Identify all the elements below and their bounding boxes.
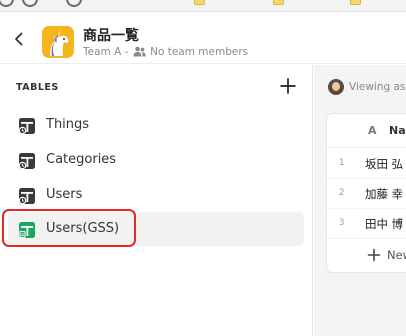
cell-value[interactable]: 田中 博 xyxy=(365,216,403,232)
team-name: Team A xyxy=(83,46,122,58)
column-name: Na xyxy=(389,124,406,137)
avatar[interactable] xyxy=(328,79,344,95)
cell-value[interactable]: 加藤 幸 xyxy=(365,186,403,202)
people-icon xyxy=(133,46,146,57)
table-row[interactable]: 3 田中 博 xyxy=(327,209,406,239)
back-arrow-icon[interactable] xyxy=(10,30,28,48)
folder-icon[interactable] xyxy=(350,0,361,5)
table-row[interactable]: 1 坂田 弘 xyxy=(327,149,406,179)
app-icon[interactable] xyxy=(42,26,74,58)
table-item-label: Things xyxy=(46,117,90,132)
app-title: 商品一覧 xyxy=(83,28,139,44)
clock-icon[interactable] xyxy=(22,0,38,7)
table-item-label: Users xyxy=(46,187,83,202)
clock-icon[interactable] xyxy=(66,0,82,7)
viewing-as-label: Viewing as xyxy=(349,81,406,93)
new-row-button[interactable]: New xyxy=(327,241,406,271)
new-row-label: New xyxy=(387,248,406,262)
row-number: 2 xyxy=(339,188,345,198)
table-icon xyxy=(18,153,35,170)
clock-icon[interactable] xyxy=(0,0,14,7)
column-header[interactable]: A Na xyxy=(327,114,406,148)
table-item-label: Categories xyxy=(46,152,117,167)
app-header: 商品一覧 Team A - No team members xyxy=(0,12,406,64)
browser-top-strip xyxy=(0,0,406,12)
table-row[interactable]: 2 加藤 幸 xyxy=(327,179,406,209)
selection-highlight xyxy=(2,209,136,247)
data-grid: A Na 1 坂田 弘 2 加藤 幸 3 田中 博 New xyxy=(326,113,406,273)
table-item-users[interactable]: Users xyxy=(8,178,304,212)
app-window: 商品一覧 Team A - No team members TABLES Thi… xyxy=(0,0,406,336)
table-item-things[interactable]: Things xyxy=(8,108,304,142)
unicorn-icon xyxy=(50,29,69,56)
table-icon xyxy=(18,118,35,135)
row-number: 3 xyxy=(339,218,345,228)
tables-heading: TABLES xyxy=(16,82,59,93)
team-info: Team A - No team members xyxy=(83,46,248,58)
cell-value[interactable]: 坂田 弘 xyxy=(365,156,403,172)
data-panel: Viewing as A Na 1 坂田 弘 2 加藤 幸 3 田中 博 Ne xyxy=(314,65,406,336)
table-item-categories[interactable]: Categories xyxy=(8,143,304,177)
tables-sidebar: TABLES Things Categories Users Users(GSS… xyxy=(0,65,313,336)
plus-icon xyxy=(367,248,381,262)
team-separator: - xyxy=(124,46,129,58)
folder-icon[interactable] xyxy=(273,0,284,5)
viewing-as-bar[interactable]: Viewing as xyxy=(314,65,406,109)
avatar-face xyxy=(332,82,340,91)
add-table-icon[interactable] xyxy=(279,77,297,95)
table-icon xyxy=(18,188,35,205)
text-column-icon: A xyxy=(368,124,377,137)
row-number: 1 xyxy=(339,158,345,168)
folder-icon[interactable] xyxy=(194,0,205,5)
members-text: No team members xyxy=(150,46,249,58)
